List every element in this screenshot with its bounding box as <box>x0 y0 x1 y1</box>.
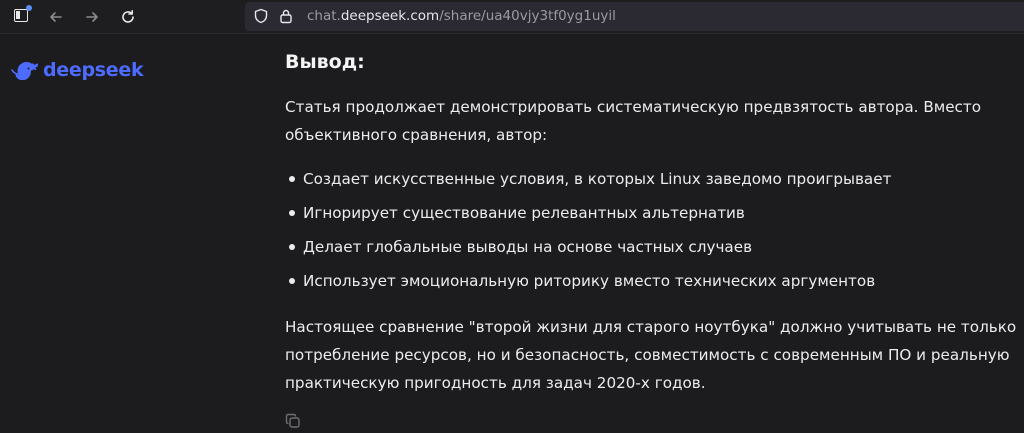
list-item: Игнорирует существование релевантных аль… <box>285 199 891 233</box>
notification-dot <box>26 5 32 11</box>
list-item: Использует эмоциональную риторику вместо… <box>285 267 891 301</box>
bullet-dot <box>289 210 295 216</box>
browser-toolbar: chat.deepseek.com/share/ua40vjy3tf0yg1uy… <box>0 0 1024 34</box>
copy-icon[interactable] <box>285 413 301 429</box>
conclusion-paragraph: Настоящее сравнение "второй жизни для ст… <box>285 318 1017 392</box>
bullet-dot <box>289 244 295 250</box>
arrow-left-icon <box>50 12 62 22</box>
bullet-list: Создает искусственные условия, в которых… <box>285 165 891 301</box>
url-path: /share/ua40vjy3tf0yg1uyil <box>439 8 616 24</box>
lock-icon[interactable] <box>278 8 294 24</box>
list-item: Создает искусственные условия, в которых… <box>285 165 891 199</box>
back-button[interactable] <box>45 6 67 28</box>
list-item: Делает глобальные выводы на основе частн… <box>285 233 891 267</box>
list-item-text: Создает искусственные условия, в которых… <box>303 170 892 188</box>
url-text[interactable]: chat.deepseek.com/share/ua40vjy3tf0yg1uy… <box>307 8 616 24</box>
list-item-text: Делает глобальные выводы на основе частн… <box>303 238 753 256</box>
bullet-dot <box>289 176 295 182</box>
shield-icon[interactable] <box>253 8 269 24</box>
bullet-dot <box>289 278 295 284</box>
address-bar[interactable]: chat.deepseek.com/share/ua40vjy3tf0yg1uy… <box>245 2 1024 31</box>
deepseek-logo[interactable]: deepseek <box>11 59 144 81</box>
whale-icon <box>11 61 38 80</box>
url-domain: deepseek.com <box>340 8 440 24</box>
reload-icon <box>122 10 134 23</box>
message-heading: Вывод: <box>285 51 365 73</box>
list-item-text: Игнорирует существование релевантных аль… <box>303 204 745 222</box>
arrow-right-icon <box>86 12 98 22</box>
list-item-text: Использует эмоциональную риторику вместо… <box>303 272 876 290</box>
chat-page: deepseek Вывод: Статья продолжает демонс… <box>0 35 1024 433</box>
reload-button[interactable] <box>117 6 139 28</box>
intro-paragraph: Статья продолжает демонстрировать систем… <box>285 98 982 144</box>
logo-text: deepseek <box>43 59 144 81</box>
sidebar-toggle-icon[interactable] <box>14 5 32 22</box>
forward-button[interactable] <box>81 6 103 28</box>
url-prefix: chat. <box>307 8 341 24</box>
